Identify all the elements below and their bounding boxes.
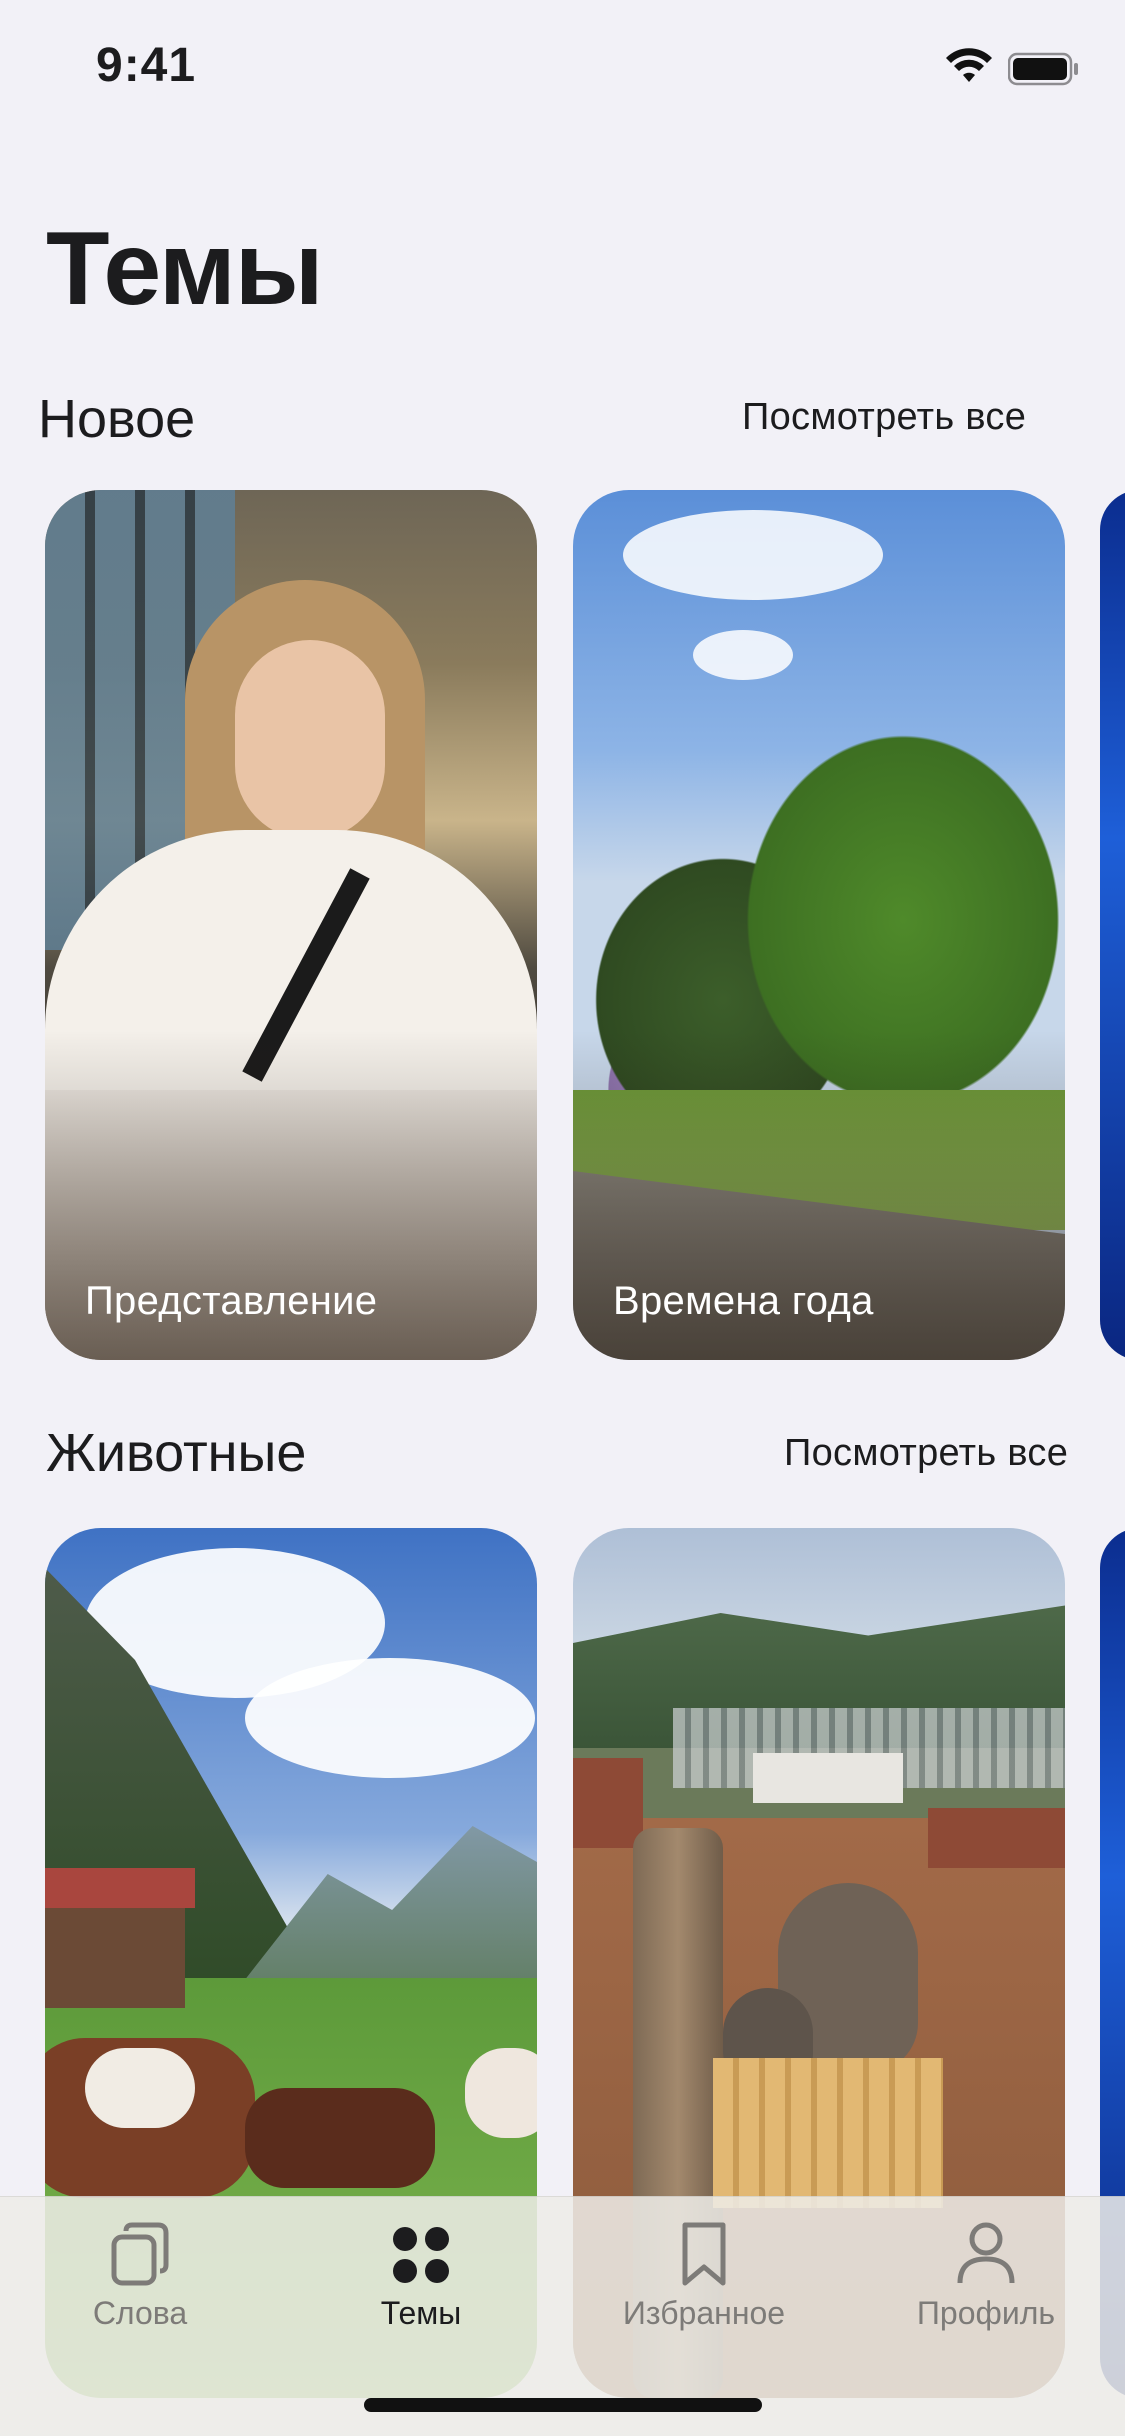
person-icon bbox=[957, 2222, 1015, 2284]
tab-words[interactable]: Слова bbox=[20, 2221, 260, 2361]
section-title-animals: Животные bbox=[46, 1423, 307, 1483]
wifi-icon bbox=[946, 48, 992, 82]
tab-themes[interactable]: Темы bbox=[301, 2221, 541, 2361]
battery-icon bbox=[1008, 52, 1078, 86]
theme-card-peek[interactable] bbox=[1100, 490, 1125, 1360]
tab-label: Избранное bbox=[622, 2295, 786, 2331]
tab-profile[interactable]: Профиль bbox=[866, 2221, 1106, 2361]
card-photo-roof bbox=[45, 1868, 195, 1908]
card-photo-bench bbox=[928, 1808, 1065, 1868]
bookmark-icon bbox=[682, 2222, 726, 2286]
status-time: 9:41 bbox=[96, 39, 197, 92]
card-photo-cow bbox=[245, 2088, 435, 2188]
card-photo-cow bbox=[465, 2048, 537, 2138]
screen: 9:41 Темы Новое Посмотреть все Представл… bbox=[0, 0, 1125, 2436]
home-indicator[interactable] bbox=[364, 2398, 762, 2412]
theme-card-introduction[interactable]: Представление bbox=[45, 490, 537, 1360]
theme-card-seasons[interactable]: Времена года bbox=[573, 490, 1065, 1360]
card-photo-face bbox=[235, 640, 385, 840]
card-photo-sign bbox=[753, 1753, 903, 1803]
card-photo-cloud bbox=[245, 1658, 535, 1778]
see-all-new-link[interactable]: Посмотреть все bbox=[742, 396, 1026, 439]
page-title: Темы bbox=[46, 211, 324, 327]
see-all-animals-link[interactable]: Посмотреть все bbox=[784, 1432, 1068, 1475]
section-title-new: Новое bbox=[38, 389, 196, 449]
tab-favorites[interactable]: Избранное bbox=[584, 2221, 824, 2361]
card-label: Времена года bbox=[613, 1279, 874, 1323]
tab-label: Темы bbox=[380, 2295, 462, 2331]
card-label: Представление bbox=[85, 1279, 378, 1323]
card-photo-crate bbox=[713, 2058, 943, 2208]
card-photo-cow-patch bbox=[85, 2048, 195, 2128]
card-photo-cloud bbox=[623, 510, 883, 600]
tab-label: Слова bbox=[92, 2295, 188, 2331]
card-photo-bench bbox=[573, 1758, 643, 1848]
tab-label: Профиль bbox=[916, 2295, 1056, 2331]
four-dots-grid-icon bbox=[393, 2227, 449, 2283]
cards-stack-icon bbox=[111, 2222, 169, 2286]
